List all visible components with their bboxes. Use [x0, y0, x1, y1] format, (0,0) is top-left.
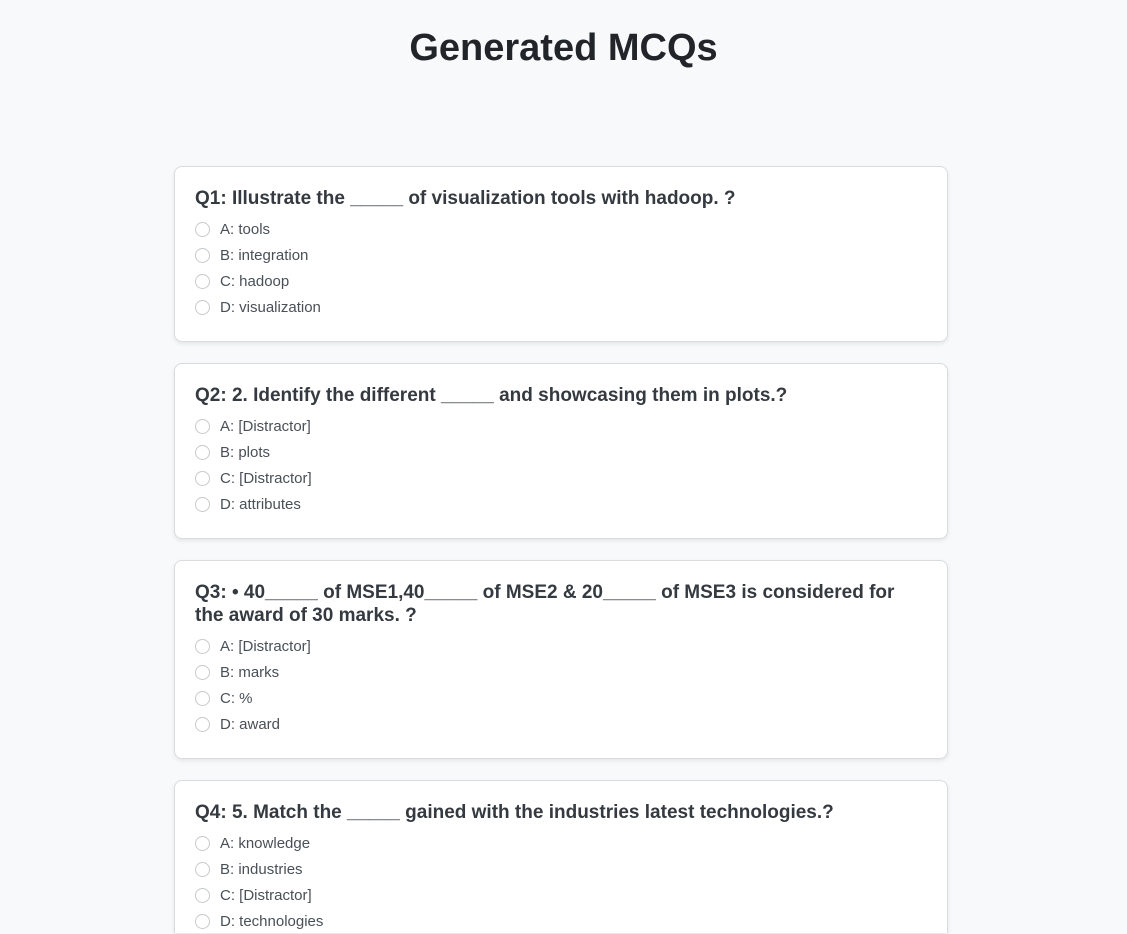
question-text: Q1: Illustrate the _____ of visualizatio… — [195, 188, 736, 209]
radio-button[interactable] — [195, 835, 210, 851]
page-title: Generated MCQs — [409, 27, 718, 69]
option-label: A: tools — [220, 220, 271, 238]
question-card-1: Q1: Illustrate the _____ of visualizatio… — [174, 166, 948, 342]
radio-button[interactable] — [195, 299, 210, 315]
question-text: Q3: • 40_____ of MSE1,40_____ of MSE2 & … — [195, 582, 895, 626]
option-a[interactable]: A: knowledge — [195, 830, 927, 856]
radio-button[interactable] — [195, 273, 210, 289]
option-b[interactable]: B: marks — [195, 659, 927, 685]
radio-button[interactable] — [195, 887, 210, 903]
option-c[interactable]: C: % — [195, 685, 927, 711]
option-label: B: industries — [220, 860, 303, 878]
question-text: Q2: 2. Identify the different _____ and … — [195, 385, 788, 406]
question-text: Q4: 5. Match the _____ gained with the i… — [195, 802, 834, 823]
option-a[interactable]: A: tools — [195, 216, 927, 242]
option-d[interactable]: D: technologies — [195, 908, 927, 934]
option-d[interactable]: D: attributes — [195, 491, 927, 517]
option-label: C: [Distractor] — [220, 469, 312, 487]
option-a[interactable]: A: [Distractor] — [195, 413, 927, 439]
option-b[interactable]: B: plots — [195, 439, 927, 465]
option-c[interactable]: C: [Distractor] — [195, 465, 927, 491]
option-label: A: knowledge — [220, 834, 311, 852]
option-label: B: integration — [220, 246, 309, 264]
radio-button[interactable] — [195, 496, 210, 512]
option-a[interactable]: A: [Distractor] — [195, 633, 927, 659]
option-label: C: % — [220, 689, 253, 707]
radio-button[interactable] — [195, 221, 210, 237]
radio-button[interactable] — [195, 861, 210, 877]
option-label: D: award — [220, 715, 281, 733]
option-label: A: [Distractor] — [220, 417, 311, 435]
option-d[interactable]: D: award — [195, 711, 927, 737]
option-d[interactable]: D: visualization — [195, 294, 927, 320]
option-label: C: hadoop — [220, 272, 290, 290]
radio-button[interactable] — [195, 470, 210, 486]
option-c[interactable]: C: hadoop — [195, 268, 927, 294]
option-label: D: visualization — [220, 298, 321, 316]
option-b[interactable]: B: integration — [195, 242, 927, 268]
question-card-4: Q4: 5. Match the _____ gained with the i… — [174, 780, 948, 933]
option-c[interactable]: C: [Distractor] — [195, 882, 927, 908]
radio-button[interactable] — [195, 444, 210, 460]
option-label: A: [Distractor] — [220, 637, 311, 655]
radio-button[interactable] — [195, 690, 210, 706]
question-card-3: Q3: • 40_____ of MSE1,40_____ of MSE2 & … — [174, 560, 948, 759]
option-label: D: technologies — [220, 912, 324, 930]
radio-button[interactable] — [195, 664, 210, 680]
radio-button[interactable] — [195, 638, 210, 654]
radio-button[interactable] — [195, 913, 210, 929]
radio-button[interactable] — [195, 716, 210, 732]
option-label: B: plots — [220, 443, 271, 461]
option-label: C: [Distractor] — [220, 886, 312, 904]
option-label: D: attributes — [220, 495, 301, 513]
option-b[interactable]: B: industries — [195, 856, 927, 882]
radio-button[interactable] — [195, 418, 210, 434]
question-card-2: Q2: 2. Identify the different _____ and … — [174, 363, 948, 539]
option-label: B: marks — [220, 663, 280, 681]
radio-button[interactable] — [195, 247, 210, 263]
